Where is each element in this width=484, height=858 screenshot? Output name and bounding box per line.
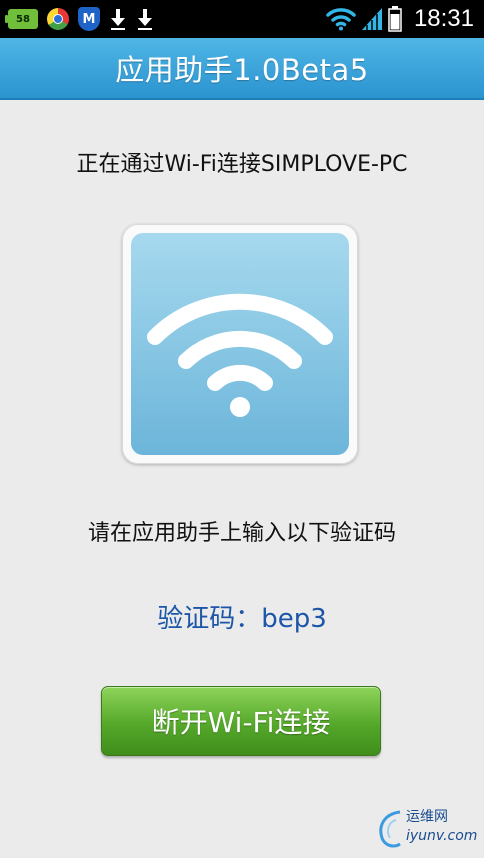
shield-icon: M (78, 7, 100, 31)
verification-code: 验证码：bep3 (157, 604, 327, 634)
wifi-illustration-background (131, 233, 349, 455)
battery-icon (388, 6, 402, 32)
download-icon (138, 9, 152, 30)
connection-status-message: 正在通过Wi-Fi连接SIMPLOVE-PC (76, 152, 408, 177)
wifi-icon (147, 293, 333, 417)
status-bar: 58 M 18:31 (0, 0, 484, 38)
chrome-icon (47, 8, 69, 30)
battery-app-icon: 58 (5, 9, 38, 29)
download-icon (111, 9, 125, 30)
status-bar-system: 18:31 (326, 4, 474, 34)
watermark-logo: 运维网 iyunv.com (376, 804, 478, 852)
app-title: 应用助手1.0Beta5 (115, 53, 369, 87)
swirl-logo-icon (379, 810, 401, 848)
instruction-text: 请在应用助手上输入以下验证码 (87, 521, 396, 546)
clock: 18:31 (413, 5, 474, 32)
title-bar: 应用助手1.0Beta5 (0, 38, 484, 100)
disconnect-wifi-button[interactable]: 断开Wi-Fi连接 (101, 686, 381, 756)
wifi-icon (326, 8, 356, 31)
status-bar-notifications: 58 M (5, 6, 154, 32)
disconnect-wifi-button-label: 断开Wi-Fi连接 (151, 706, 331, 739)
signal-icon (361, 8, 382, 30)
battery-badge-value: 58 (16, 13, 30, 25)
watermark-url: iyunv.com (406, 828, 478, 844)
watermark-text: 运维网 (406, 809, 448, 825)
wifi-illustration (122, 224, 358, 464)
